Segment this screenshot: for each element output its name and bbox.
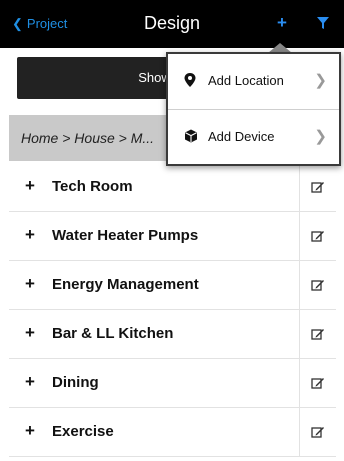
list-item[interactable]: + Bar & LL Kitchen [9,310,336,359]
expand-plus-icon[interactable]: + [25,225,35,245]
chevron-right-icon: ❯ [314,128,327,145]
location-list: + Tech Room + Water Heater Pumps + Energ… [9,163,336,457]
expand-plus-icon[interactable]: + [25,274,35,294]
page-title: Design [143,13,201,33]
expand-plus-icon[interactable]: + [25,176,35,196]
add-popover: Add Location ❯ Add Device ❯ [166,52,341,166]
expand-plus-icon[interactable]: + [25,323,35,343]
expand-plus-icon[interactable]: + [25,372,35,392]
list-item-label: Dining [52,374,99,391]
edit-icon[interactable] [299,212,336,260]
edit-icon[interactable] [299,359,336,407]
list-item-label: Tech Room [52,178,133,195]
list-item-label: Bar & LL Kitchen [52,325,174,342]
list-item-label: Energy Management [52,276,199,293]
list-item-label: Exercise [52,423,114,440]
add-device-label: Add Device [208,129,275,144]
add-location-label: Add Location [208,73,284,88]
expand-plus-icon[interactable]: + [25,421,35,441]
plus-icon[interactable]: + [277,13,287,33]
list-item[interactable]: + Tech Room [9,163,336,212]
list-item[interactable]: + Water Heater Pumps [9,212,336,261]
filter-icon[interactable] [317,16,329,34]
cube-icon [184,129,198,148]
list-item[interactable]: + Dining [9,359,336,408]
map-pin-icon [184,73,196,92]
list-item[interactable]: + Exercise [9,408,336,457]
list-item[interactable]: + Energy Management [9,261,336,310]
nav-bar: ❮ Project Design + [0,0,344,48]
edit-icon[interactable] [299,408,336,456]
list-item-label: Water Heater Pumps [52,227,199,244]
edit-icon[interactable] [299,163,336,211]
add-location-item[interactable]: Add Location ❯ [168,54,339,110]
edit-icon[interactable] [299,261,336,309]
add-device-item[interactable]: Add Device ❯ [168,110,339,165]
edit-icon[interactable] [299,310,336,358]
chevron-right-icon: ❯ [314,72,327,89]
